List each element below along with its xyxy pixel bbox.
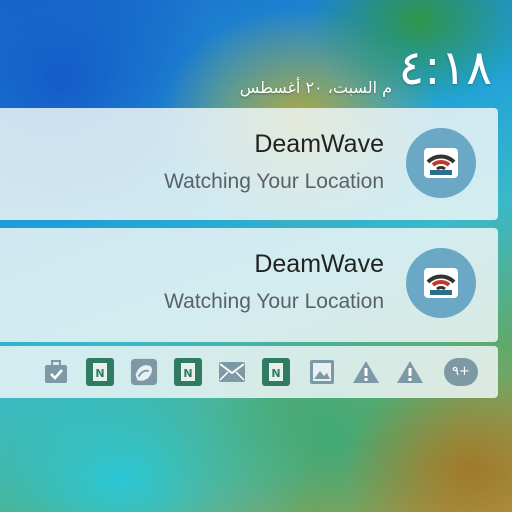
notification-card[interactable]: DeamWave Watching Your Location (0, 108, 498, 220)
more-count-label: ٩+ (444, 358, 478, 386)
svg-text:N: N (271, 367, 280, 380)
svg-text:N: N (95, 367, 104, 380)
mail-icon[interactable] (218, 358, 246, 386)
deamwave-app-icon (406, 248, 476, 318)
n-app-icon[interactable]: N (86, 358, 114, 386)
more-count-badge[interactable]: ٩+ (444, 358, 478, 386)
lockscreen-date: م السبت، ٢٠ أغسطس (239, 78, 392, 97)
notification-card[interactable]: DeamWave Watching Your Location (0, 228, 498, 342)
deamwave-app-icon (406, 128, 476, 198)
notification-icon-tray[interactable]: N N N ٩+ (0, 346, 498, 398)
notification-app-name: DeamWave (254, 250, 384, 278)
warning-icon[interactable] (352, 358, 380, 386)
sketch-app-icon[interactable] (130, 358, 158, 386)
briefcase-check-icon[interactable] (42, 358, 70, 386)
notification-message: Watching Your Location (164, 290, 384, 313)
svg-text:N: N (183, 367, 192, 380)
notification-app-name: DeamWave (254, 130, 384, 158)
warning-icon[interactable] (396, 358, 424, 386)
notification-message: Watching Your Location (164, 170, 384, 193)
image-icon[interactable] (308, 358, 336, 386)
n-app-icon[interactable]: N (174, 358, 202, 386)
lockscreen-clock: ٤:١٨ (398, 40, 492, 96)
n-app-icon[interactable]: N (262, 358, 290, 386)
